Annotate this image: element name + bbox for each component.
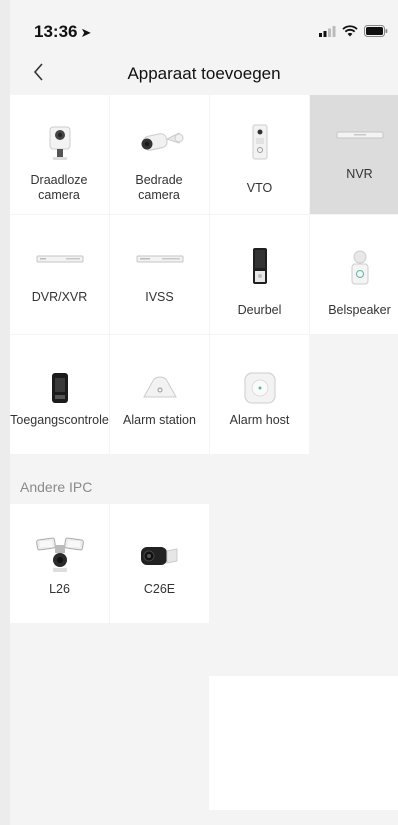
device-label: Alarm station [123, 413, 196, 427]
access-control-icon [10, 363, 109, 413]
device-doorbell[interactable]: Deurbel [210, 215, 309, 334]
navigation-bar: Apparaat toevoegen [10, 62, 398, 94]
device-wireless-camera[interactable]: Draadloze camera [10, 95, 109, 214]
alarm-station-icon [110, 363, 209, 413]
bullet-camera-black-icon [110, 532, 209, 582]
alarm-host-icon [210, 363, 309, 413]
device-label: C26E [143, 582, 176, 596]
doorbell-icon [210, 241, 309, 291]
status-bar: 13:36 ➤ [10, 0, 398, 62]
chime-icon [310, 243, 398, 293]
device-dvr-xvr[interactable]: DVR/XVR [10, 215, 109, 334]
location-arrow-icon: ➤ [80, 25, 92, 40]
device-label: DVR/XVR [31, 290, 88, 304]
device-wired-camera[interactable]: Bedrade camera [110, 95, 209, 214]
door-station-icon [210, 117, 309, 167]
device-alarm-host[interactable]: Alarm host [210, 335, 309, 454]
dvr-recorder-icon [10, 239, 109, 279]
device-alarm-station[interactable]: Alarm station [110, 335, 209, 454]
status-time: 13:36 ➤ [34, 22, 91, 42]
device-label: Toegangscontrole [10, 413, 109, 427]
device-chime[interactable]: Belspeaker [310, 215, 398, 334]
device-label: VTO [246, 181, 273, 195]
blank-panel [209, 676, 398, 810]
signal-icon [319, 25, 336, 37]
status-indicators [319, 25, 388, 37]
device-label: NVR [346, 167, 373, 181]
device-label: Deurbel [237, 303, 282, 317]
other-ipc-grid: L26 C26E [10, 504, 398, 623]
device-label: Draadloze camera [30, 173, 88, 202]
device-label: Bedrade camera [135, 173, 183, 202]
device-access-control[interactable]: Toegangscontrole [10, 335, 109, 454]
wifi-icon [342, 25, 358, 37]
empty-cell [310, 335, 398, 454]
wireless-camera-icon [10, 117, 109, 167]
device-vto[interactable]: VTO [210, 95, 309, 214]
floodlight-camera-icon [10, 530, 109, 580]
device-label: Alarm host [229, 413, 290, 427]
device-c26e[interactable]: C26E [110, 504, 209, 623]
page-title: Apparaat toevoegen [127, 64, 281, 83]
device-label: Belspeaker [328, 303, 391, 317]
nvr-recorder-icon [310, 115, 398, 155]
device-grid: Draadloze camera Bedrade camera VTO NVR … [10, 95, 398, 454]
screen: 13:36 ➤ Apparaat toevoegen Draadloze cam… [10, 0, 398, 825]
ivss-recorder-icon [110, 239, 209, 279]
device-ivss[interactable]: IVSS [110, 215, 209, 334]
device-nvr[interactable]: NVR [310, 95, 398, 214]
device-label: IVSS [145, 290, 174, 304]
device-l26[interactable]: L26 [10, 504, 109, 623]
status-time-text: 13:36 [34, 22, 78, 41]
device-label: L26 [49, 582, 70, 596]
bullet-camera-icon [110, 117, 209, 167]
battery-icon [364, 25, 388, 37]
section-title-other-ipc: Andere IPC [20, 479, 93, 495]
